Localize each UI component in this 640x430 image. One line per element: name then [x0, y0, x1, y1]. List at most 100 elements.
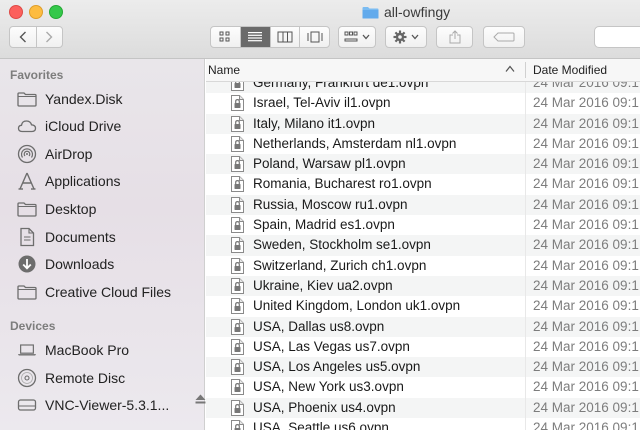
cover-flow-button[interactable] [300, 27, 329, 47]
vpn-config-file-icon [231, 298, 244, 315]
close-window-button[interactable] [9, 5, 23, 19]
vpn-config-file-icon [231, 217, 244, 234]
file-row[interactable]: Switzerland, Zurich ch1.ovpn 24 Mar 2016 … [206, 255, 640, 276]
sidebar-item-macbook-pro[interactable]: MacBook Pro [17, 339, 129, 361]
file-row[interactable]: Italy, Milano it1.ovpn 24 Mar 2016 09:1 [206, 113, 640, 134]
column-divider [525, 235, 526, 256]
file-rows: Germany, Frankfurt de1.ovpn 24 Mar 2016 0… [206, 82, 640, 430]
file-row[interactable]: Sweden, Stockholm se1.ovpn 24 Mar 2016 09… [206, 235, 640, 256]
file-name: Sweden, Stockholm se1.ovpn [253, 237, 431, 253]
column-divider [525, 357, 526, 378]
arrange-button[interactable] [338, 26, 376, 48]
vpn-config-file-icon [231, 420, 244, 430]
sidebar-item-label: Remote Disc [45, 370, 126, 386]
sort-ascending-icon[interactable] [505, 62, 515, 76]
sidebar-item-downloads[interactable]: Downloads [17, 253, 114, 275]
file-date-modified: 24 Mar 2016 09:1 [533, 338, 639, 354]
sidebar-item-yandex-disk[interactable]: Yandex.Disk [17, 88, 123, 110]
file-name: Italy, Milano it1.ovpn [253, 115, 376, 131]
file-row[interactable]: USA, Las Vegas us7.ovpn 24 Mar 2016 09:1 [206, 336, 640, 358]
file-date-modified: 24 Mar 2016 09:1 [533, 135, 639, 151]
vpn-config-file-icon [231, 82, 244, 91]
column-divider [525, 418, 526, 430]
file-name: Netherlands, Amsterdam nl1.ovpn [253, 135, 457, 151]
tag-icon [493, 32, 515, 42]
columns-icon [277, 31, 293, 43]
vpn-config-file-icon [231, 176, 244, 193]
file-row[interactable]: Russia, Moscow ru1.ovpn 24 Mar 2016 09:1 [206, 194, 640, 216]
file-date-modified: 24 Mar 2016 09:1 [533, 318, 639, 334]
minimize-window-button[interactable] [29, 5, 43, 19]
list-view-button[interactable] [240, 27, 271, 47]
column-divider [525, 174, 526, 195]
vpn-config-file-icon [231, 318, 244, 335]
column-divider [525, 154, 526, 175]
column-divider [525, 133, 526, 155]
file-date-modified: 24 Mar 2016 09:1 [533, 420, 639, 430]
column-divider [525, 255, 526, 276]
column-divider [525, 296, 526, 317]
search-field[interactable] [594, 26, 640, 48]
file-row[interactable]: USA, Seattle us6.ovpn 24 Mar 2016 09:1 [206, 418, 640, 430]
file-row[interactable]: United Kingdom, London uk1.ovpn 24 Mar 20… [206, 296, 640, 317]
chevron-right-icon [46, 31, 53, 43]
column-header-name[interactable]: Name [208, 63, 240, 77]
column-divider[interactable] [525, 62, 526, 78]
file-row[interactable]: Ukraine, Kiev ua2.ovpn 24 Mar 2016 09:1 [206, 275, 640, 297]
folder-icon [17, 90, 37, 108]
file-row[interactable]: Germany, Frankfurt de1.ovpn 24 Mar 2016 0… [206, 82, 640, 94]
drive-icon [17, 396, 37, 414]
file-row[interactable]: Romania, Bucharest ro1.ovpn 24 Mar 2016 0… [206, 174, 640, 195]
sidebar-item-applications[interactable]: Applications [17, 170, 121, 192]
file-row[interactable]: Netherlands, Amsterdam nl1.ovpn 24 Mar 20… [206, 133, 640, 155]
file-row[interactable]: USA, Los Angeles us5.ovpn 24 Mar 2016 09:… [206, 357, 640, 378]
column-header-date-modified[interactable]: Date Modified [533, 63, 607, 77]
folder-icon [362, 6, 379, 18]
forward-button[interactable] [37, 27, 63, 47]
vpn-config-file-icon [231, 257, 244, 274]
sidebar-item-remote-disc[interactable]: Remote Disc [17, 367, 125, 389]
file-row[interactable]: Poland, Warsaw pl1.ovpn 24 Mar 2016 09:1 [206, 154, 640, 175]
file-date-modified: 24 Mar 2016 09:1 [533, 196, 639, 212]
sidebar-item-creative-cloud-files[interactable]: Creative Cloud Files [17, 281, 171, 303]
back-button[interactable] [10, 27, 37, 47]
action-menu-button[interactable] [385, 26, 427, 48]
sidebar-item-icloud-drive[interactable]: iCloud Drive [17, 115, 121, 137]
file-name: Ukraine, Kiev ua2.ovpn [253, 277, 393, 293]
file-name: Poland, Warsaw pl1.ovpn [253, 156, 406, 172]
sidebar-item-label: MacBook Pro [45, 342, 130, 358]
sidebar-item-documents[interactable]: Documents [17, 226, 116, 248]
file-date-modified: 24 Mar 2016 09:1 [533, 379, 639, 395]
gear-icon [393, 30, 407, 44]
file-name: Germany, Frankfurt de1.ovpn [253, 82, 429, 90]
file-row[interactable]: USA, New York us3.ovpn 24 Mar 2016 09:1 [206, 377, 640, 398]
desktop-folder-icon [17, 200, 37, 218]
sidebar-item-airdrop[interactable]: AirDrop [17, 143, 92, 165]
sidebar-item-label: Desktop [45, 201, 97, 217]
vpn-config-file-icon [231, 359, 244, 376]
column-divider [525, 397, 526, 419]
vpn-config-file-icon [231, 196, 244, 213]
file-date-modified: 24 Mar 2016 09:1 [533, 115, 639, 131]
vpn-config-file-icon [231, 156, 244, 173]
sidebar-item-label: Documents [45, 229, 116, 245]
share-button[interactable] [436, 26, 473, 48]
file-date-modified: 24 Mar 2016 09:1 [533, 217, 639, 233]
file-row[interactable]: Spain, Madrid es1.ovpn 24 Mar 2016 09:1 [206, 215, 640, 236]
sidebar-item-vnc-viewer[interactable]: VNC-Viewer-5.3.1... [17, 394, 206, 416]
zoom-window-button[interactable] [49, 5, 63, 19]
column-divider [525, 113, 526, 134]
vpn-config-file-icon [231, 399, 244, 416]
applications-icon [17, 172, 37, 190]
eject-icon[interactable] [195, 394, 206, 404]
sidebar-item-desktop[interactable]: Desktop [17, 198, 96, 220]
sidebar-item-label: iCloud Drive [45, 118, 122, 134]
window-title: all-owfingy [362, 3, 450, 21]
file-row[interactable]: USA, Dallas us8.ovpn 24 Mar 2016 09:1 [206, 316, 640, 337]
file-row[interactable]: Israel, Tel-Aviv il1.ovpn 24 Mar 2016 09:… [206, 93, 640, 114]
tags-button[interactable] [483, 26, 525, 48]
icon-view-button[interactable] [211, 27, 241, 47]
file-list: Name Date Modified Germany, Frankfurt de… [206, 59, 640, 430]
column-view-button[interactable] [271, 27, 301, 47]
file-row[interactable]: USA, Phoenix us4.ovpn 24 Mar 2016 09:1 [206, 397, 640, 419]
